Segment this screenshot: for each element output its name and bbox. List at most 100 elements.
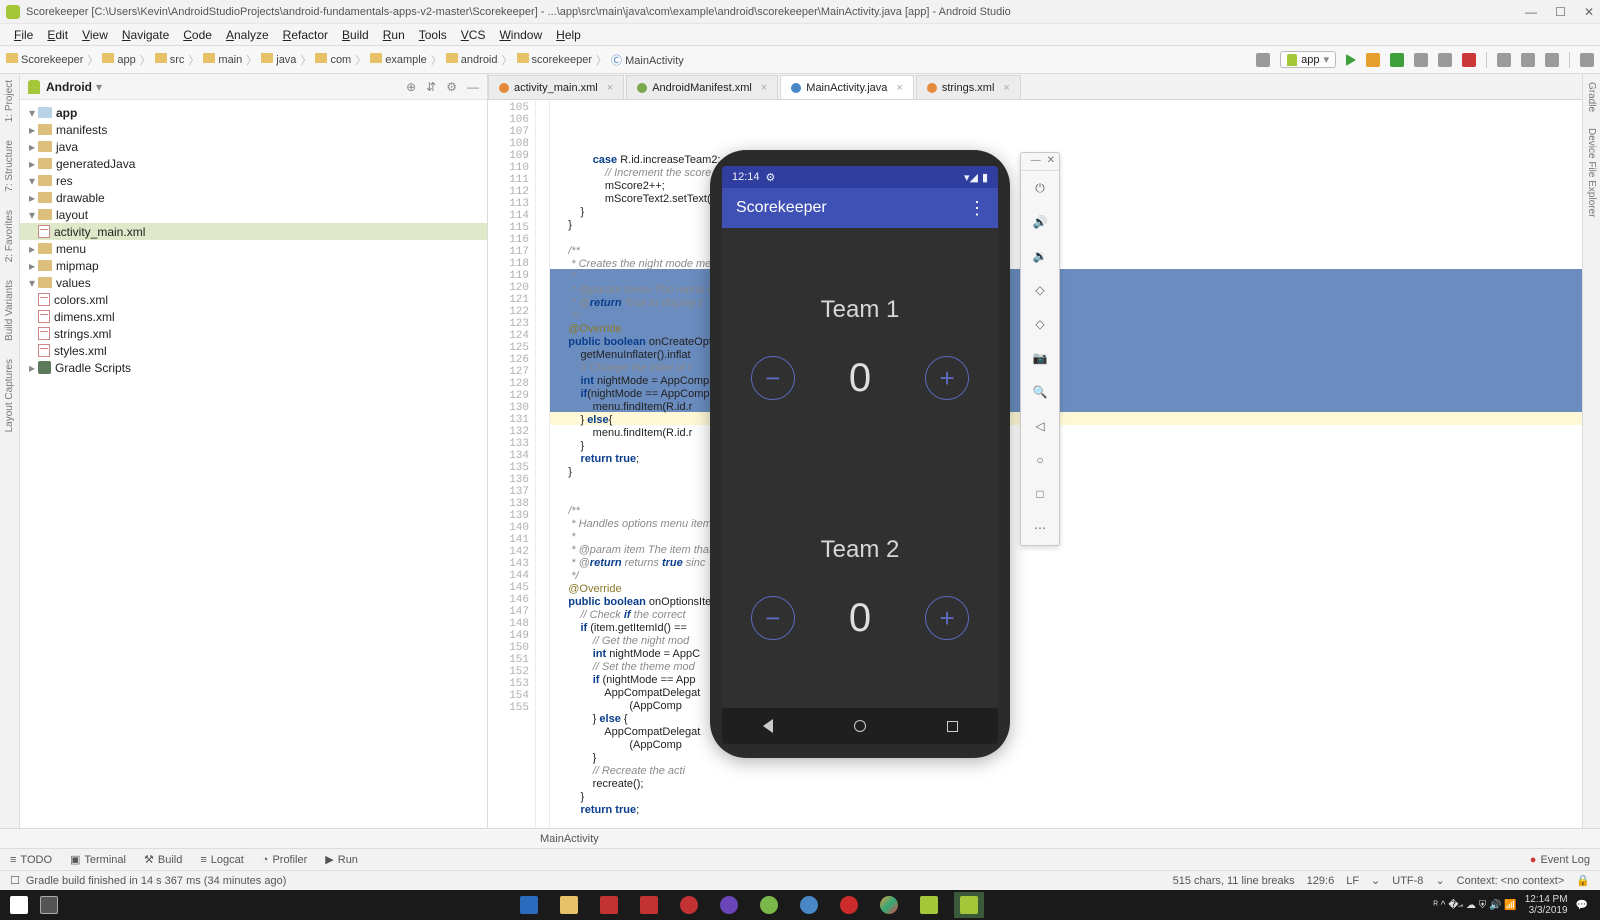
event-log[interactable]: ●Event Log	[1530, 854, 1590, 866]
tool-todo[interactable]: ≡TODO	[10, 854, 52, 866]
project-tree[interactable]: ▾app ▸manifests ▸java ▸generatedJava ▾re…	[20, 100, 487, 828]
menu-analyze[interactable]: Analyze	[220, 26, 275, 44]
gear-icon[interactable]: ⚙	[446, 80, 457, 94]
breadcrumb[interactable]: Scorekeeper〉app〉src〉main〉java〉com〉exampl…	[6, 52, 684, 68]
menu-build[interactable]: Build	[336, 26, 375, 44]
taskbar-app-icon[interactable]	[634, 892, 664, 918]
close-button[interactable]: ✕	[1584, 5, 1594, 19]
editor-breadcrumb[interactable]: MainActivity	[0, 828, 1600, 848]
project-panel: Android ▾ ⊕ ⇵ ⚙ — ▾app ▸manifests ▸java …	[20, 74, 488, 828]
gutter-tab[interactable]: 2: Favorites	[4, 210, 15, 262]
apply-changes-icon[interactable]	[1366, 53, 1380, 67]
hide-icon[interactable]: —	[467, 80, 479, 94]
gutter-tab[interactable]: Gradle	[1586, 82, 1597, 112]
window-title: Scorekeeper [C:\Users\Kevin\AndroidStudi…	[26, 6, 1525, 18]
tool-build[interactable]: ⚒Build	[144, 853, 182, 866]
emulator-close-icon[interactable]: ✕	[1047, 155, 1055, 168]
rotate-right-icon[interactable]: ◇	[1021, 307, 1059, 341]
tool-terminal[interactable]: ▣Terminal	[70, 853, 126, 866]
menu-refactor[interactable]: Refactor	[277, 26, 334, 44]
target-icon[interactable]: ⊕	[406, 80, 416, 94]
sdk-icon[interactable]	[1521, 53, 1535, 67]
menu-file[interactable]: File	[8, 26, 39, 44]
menu-help[interactable]: Help	[550, 26, 587, 44]
editor-tab[interactable]: activity_main.xml×	[488, 75, 624, 99]
back-icon[interactable]: ◁	[1021, 409, 1059, 443]
status-bar: ☐ Gradle build finished in 14 s 367 ms (…	[0, 870, 1600, 890]
home-icon[interactable]: ○	[1021, 443, 1059, 477]
project-view-selector[interactable]: Android	[46, 80, 92, 94]
right-tool-gutter: Gradle Device File Explorer	[1582, 74, 1600, 828]
stop-icon[interactable]	[1462, 53, 1476, 67]
debug-icon[interactable]	[1390, 53, 1404, 67]
volume-up-icon[interactable]: 🔊	[1021, 205, 1059, 239]
profile-icon[interactable]	[1414, 53, 1428, 67]
bottom-tool-bar: ≡TODO ▣Terminal ⚒Build ≡Logcat ◔Profiler ▶Run…	[0, 848, 1600, 870]
maximize-button[interactable]: ☐	[1555, 5, 1566, 19]
overview-icon[interactable]: □	[1021, 477, 1059, 511]
windows-taskbar: ᴿ ^ �އ ☁ ⛨ 🔊 📶 12:14 PM 3/3/2019 💬	[0, 890, 1600, 920]
tool-profiler[interactable]: ◔Profiler	[262, 854, 308, 866]
sync-icon[interactable]	[1256, 53, 1270, 67]
android-icon	[28, 80, 40, 94]
taskbar-emulator-icon[interactable]	[954, 892, 984, 918]
clock-date[interactable]: 3/3/2019	[1525, 905, 1568, 916]
collapse-icon[interactable]: ⇵	[426, 80, 436, 94]
task-view-icon[interactable]	[34, 892, 64, 918]
tree-item-activity-main[interactable]: activity_main.xml	[20, 223, 487, 240]
taskbar-app-icon[interactable]	[594, 892, 624, 918]
menu-window[interactable]: Window	[493, 26, 548, 44]
editor-tab[interactable]: strings.xml×	[916, 75, 1021, 99]
taskbar-app-icon[interactable]	[714, 892, 744, 918]
status-message: Gradle build finished in 14 s 367 ms (34…	[26, 875, 286, 887]
search-icon[interactable]	[1580, 53, 1594, 67]
taskbar-app-icon[interactable]	[794, 892, 824, 918]
tool-run[interactable]: ▶Run	[325, 853, 358, 866]
structure-icon[interactable]	[1545, 53, 1559, 67]
menu-view[interactable]: View	[76, 26, 114, 44]
notifications-icon[interactable]: 💬	[1576, 900, 1588, 911]
gutter-tab[interactable]: 1: Project	[4, 80, 15, 122]
taskbar-app-icon[interactable]	[754, 892, 784, 918]
menu-vcs[interactable]: VCS	[455, 26, 492, 44]
avd-icon[interactable]	[1497, 53, 1511, 67]
taskbar-edge-icon[interactable]	[514, 892, 544, 918]
menu-run[interactable]: Run	[377, 26, 411, 44]
menu-edit[interactable]: Edit	[41, 26, 74, 44]
gutter-tab[interactable]: 7: Structure	[4, 140, 15, 192]
tray-icons[interactable]: ᴿ ^ �އ ☁ ⛨ 🔊 📶	[1434, 900, 1517, 911]
run-config-selector[interactable]: app▾	[1280, 51, 1336, 68]
camera-icon[interactable]: 📷	[1021, 341, 1059, 375]
start-button[interactable]	[4, 892, 34, 918]
menu-code[interactable]: Code	[177, 26, 218, 44]
android-studio-icon	[6, 5, 20, 19]
taskbar-android-studio-icon[interactable]	[914, 892, 944, 918]
taskbar-explorer-icon[interactable]	[554, 892, 584, 918]
emulator-toolbar[interactable]: — ✕ ⏻ 🔊 🔉 ◇ ◇ 📷 🔍 ◁ ○ □ ⋯	[1020, 152, 1060, 546]
emulator-min-icon[interactable]: —	[1031, 155, 1041, 168]
gutter-tab[interactable]: Build Variants	[4, 280, 15, 341]
gutter-tab[interactable]: Layout Captures	[4, 359, 15, 432]
nav-toolbar: Scorekeeper〉app〉src〉main〉java〉com〉exampl…	[0, 46, 1600, 74]
taskbar-opera-icon[interactable]	[834, 892, 864, 918]
rotate-left-icon[interactable]: ◇	[1021, 273, 1059, 307]
menu-tools[interactable]: Tools	[413, 26, 453, 44]
taskbar-chrome-icon[interactable]	[874, 892, 904, 918]
power-icon[interactable]: ⏻	[1021, 171, 1059, 205]
editor-tabs: activity_main.xml×AndroidManifest.xml×Ma…	[488, 74, 1582, 100]
volume-down-icon[interactable]: 🔉	[1021, 239, 1059, 273]
menu-navigate[interactable]: Navigate	[116, 26, 175, 44]
minimize-button[interactable]: —	[1525, 5, 1537, 19]
attach-icon[interactable]	[1438, 53, 1452, 67]
zoom-icon[interactable]: 🔍	[1021, 375, 1059, 409]
editor-tab[interactable]: MainActivity.java×	[780, 75, 914, 99]
more-icon[interactable]: ⋯	[1021, 511, 1059, 545]
taskbar-app-icon[interactable]	[674, 892, 704, 918]
toolbar-icons: app▾	[1256, 51, 1594, 68]
window-titlebar: Scorekeeper [C:\Users\Kevin\AndroidStudi…	[0, 0, 1600, 24]
editor-tab[interactable]: AndroidManifest.xml×	[626, 75, 778, 99]
run-icon[interactable]	[1346, 54, 1356, 66]
gutter-tab[interactable]: Device File Explorer	[1586, 128, 1597, 217]
left-tool-gutter: 1: Project 7: Structure 2: Favorites Build …	[0, 74, 20, 828]
tool-logcat[interactable]: ≡Logcat	[200, 854, 243, 866]
